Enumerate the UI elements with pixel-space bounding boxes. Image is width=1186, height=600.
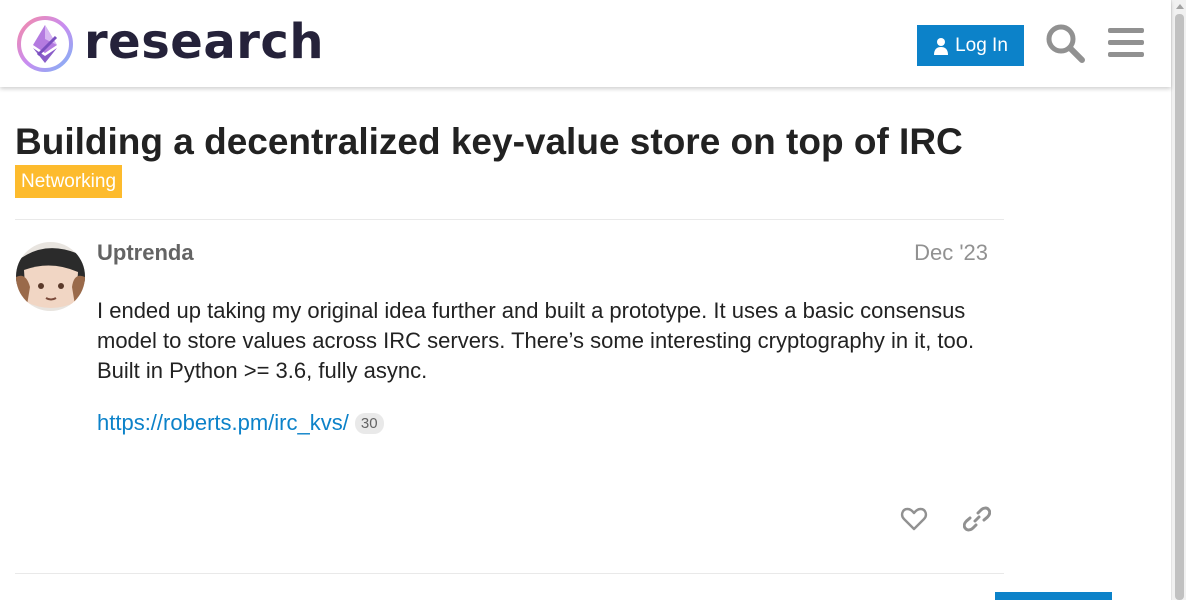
page-scrollbar[interactable] xyxy=(1171,0,1186,600)
post-date[interactable]: Dec '23 xyxy=(900,240,988,266)
user-icon xyxy=(934,37,949,55)
category-badge[interactable]: Networking xyxy=(15,165,123,198)
scrollbar-thumb[interactable] xyxy=(1175,14,1184,600)
heart-icon[interactable] xyxy=(900,505,928,533)
post-author[interactable]: Uptrenda xyxy=(97,240,194,266)
post-body-text: I ended up taking my original idea furth… xyxy=(97,298,975,383)
user-avatar[interactable] xyxy=(16,242,85,311)
site-wordmark[interactable]: research xyxy=(84,14,324,70)
link-click-count: 30 xyxy=(354,412,384,434)
post-link[interactable]: https://roberts.pm/irc_kvs/ xyxy=(97,410,349,436)
scroll-up-arrow-icon[interactable] xyxy=(1176,4,1184,9)
topic-title[interactable]: Building a decentralized key-value store… xyxy=(15,120,963,164)
log-in-button[interactable]: Log In xyxy=(917,25,1024,66)
log-in-label: Log In xyxy=(955,34,1008,56)
post-link-row: https://roberts.pm/irc_kvs/ 30 xyxy=(97,410,384,436)
divider xyxy=(15,219,1004,220)
search-icon[interactable] xyxy=(1044,22,1086,64)
link-icon[interactable] xyxy=(963,505,991,533)
site-logo-icon[interactable] xyxy=(16,15,74,73)
divider xyxy=(15,573,1004,574)
site-header: research Log In xyxy=(0,0,1171,87)
bottom-action-button[interactable] xyxy=(995,592,1112,600)
hamburger-menu-icon[interactable] xyxy=(1107,26,1145,60)
